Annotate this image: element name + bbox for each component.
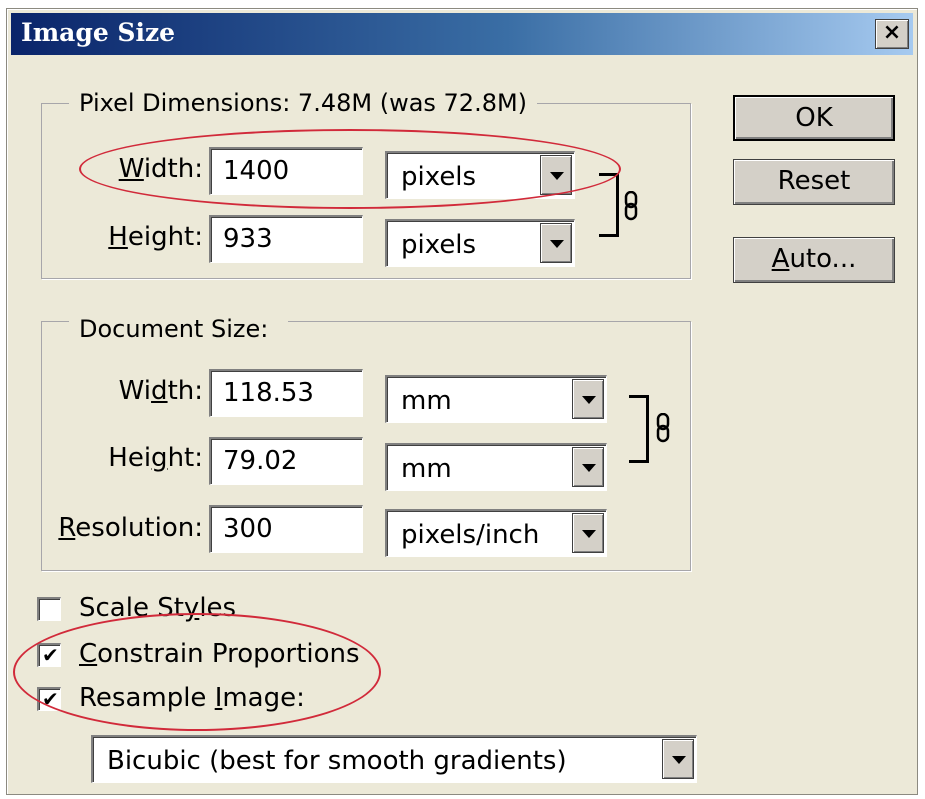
image-size-dialog: Image Size × Pixel Dimensions: 7.48M (wa… [6,8,918,795]
pixel-width-unit-value: pixels [401,162,477,192]
document-width-input[interactable]: 118.53 [209,369,363,417]
resolution-unit-value: pixels/inch [401,520,540,550]
constrain-proportions-checkbox[interactable]: ✔ [37,643,61,667]
pixel-width-unit-select[interactable]: pixels [385,151,575,199]
checkmark-icon: ✔ [42,687,59,711]
document-width-unit-value: mm [401,386,452,416]
resolution-input[interactable]: 300 [209,505,363,553]
dialog-title: Image Size [21,18,176,47]
pixel-height-label: Height: [108,222,203,252]
scale-styles-label: Scale Styles [79,593,237,623]
close-button[interactable]: × [875,19,909,49]
pixel-height-input[interactable]: 933 [209,215,363,263]
document-height-unit-value: mm [401,454,452,484]
pixel-dimensions-legend: Pixel Dimensions: 7.48M (was 72.8M) [69,89,538,117]
pixel-constrain-bracket [599,173,619,237]
document-height-label: Height: [108,443,203,473]
resample-image-label: Resample Image: [79,683,305,713]
constrain-proportions-label: Constrain Proportions [79,639,360,669]
title-bar[interactable]: Image Size × [11,13,913,55]
dropdown-arrow-icon[interactable] [540,223,572,263]
pixel-width-input[interactable]: 1400 [209,147,363,195]
dropdown-arrow-icon[interactable] [572,513,604,553]
reset-button[interactable]: Reset [733,159,895,205]
document-height-unit-select[interactable]: mm [385,443,607,491]
dropdown-arrow-icon[interactable] [540,155,572,195]
dropdown-arrow-icon[interactable] [572,379,604,419]
link-chain-icon [624,191,638,221]
link-chain-icon [656,413,670,443]
resolution-label: Resolution: [58,513,203,543]
document-size-legend: Document Size: [69,315,289,343]
resolution-unit-select[interactable]: pixels/inch [385,509,607,557]
pixel-dimensions-group [41,103,691,279]
pixel-height-unit-value: pixels [401,230,477,260]
pixel-height-unit-select[interactable]: pixels [385,219,575,267]
resample-image-checkbox[interactable]: ✔ [37,687,61,711]
close-icon: × [882,20,902,45]
scale-styles-checkbox[interactable] [37,597,61,621]
resample-method-value: Bicubic (best for smooth gradients) [107,746,567,776]
annotation-ellipse-options [13,613,381,731]
resample-method-select[interactable]: Bicubic (best for smooth gradients) [91,735,697,783]
checkmark-icon: ✔ [42,643,59,667]
ok-button[interactable]: OK [733,95,895,141]
document-height-input[interactable]: 79.02 [209,437,363,485]
dropdown-arrow-icon[interactable] [662,739,694,779]
dropdown-arrow-icon[interactable] [572,447,604,487]
document-width-unit-select[interactable]: mm [385,375,607,423]
document-constrain-bracket [629,395,649,463]
pixel-width-label: Width: [118,154,203,184]
document-width-label: Width: [118,376,203,406]
auto-button[interactable]: Auto... [733,237,895,283]
